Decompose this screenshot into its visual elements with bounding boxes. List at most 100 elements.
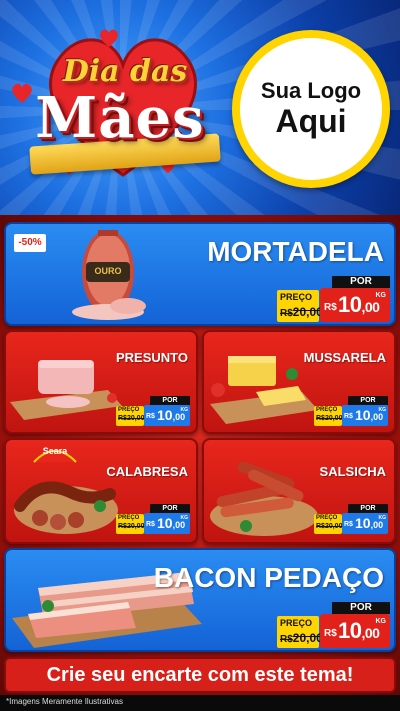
- current-price-box: R$ 10,00 KG: [320, 614, 390, 648]
- cta-text: Crie seu encarte com este tema!: [46, 663, 354, 686]
- unit-label: KG: [180, 407, 189, 413]
- por-label: POR: [348, 504, 388, 513]
- price-tag: POR PREÇO R$20,00 R$ 10,00 KG: [277, 602, 390, 648]
- old-amount: 20,00: [324, 523, 343, 530]
- product-card-salsicha: SALSICHA POR PREÇO R$20,00 R$ 10,00 KG: [202, 438, 396, 544]
- old-price-box: PREÇO R$20,00: [314, 406, 342, 426]
- price-integer: 10: [157, 515, 173, 531]
- unit-label: KG: [180, 515, 189, 521]
- price-tag: POR PREÇO R$20,00 R$ 10,00 KG: [314, 504, 388, 534]
- old-currency: R$: [118, 415, 127, 422]
- product-card-mussarela: MUSSARELA POR PREÇO R$20,00 R$ 10,00 KG: [202, 330, 396, 434]
- product-name: PRESUNTO: [116, 350, 188, 365]
- old-amount: 20,00: [324, 415, 343, 422]
- current-price-box: R$ 10,00 KG: [342, 405, 388, 426]
- preco-label: PREÇO: [118, 515, 140, 521]
- price-decimal: ,00: [172, 520, 186, 530]
- old-currency: R$: [280, 308, 293, 319]
- old-amount: 20,00: [292, 305, 323, 319]
- old-amount: 20,00: [292, 631, 323, 645]
- old-price: R$20,00: [118, 415, 144, 422]
- price-decimal: ,00: [361, 299, 380, 315]
- old-currency: R$: [280, 634, 293, 645]
- price-tag: POR PREÇO R$20,00 R$ 10,00 KG: [116, 396, 190, 426]
- title-maes: Mães: [35, 85, 205, 151]
- product-card-calabresa: Seara CALABRESA POR PREÇO R$20,00 R$ 10,…: [4, 438, 198, 544]
- title-dia-das: Dia das: [62, 54, 188, 89]
- old-price: R$20,00: [280, 631, 323, 645]
- preco-label: PREÇO: [280, 292, 313, 302]
- unit-label: KG: [375, 292, 387, 299]
- price-decimal: ,00: [172, 412, 186, 422]
- product-name: MORTADELA: [207, 236, 384, 267]
- disclaimer: *Imagens Meramente Ilustrativas: [6, 697, 123, 706]
- current-price-box: R$ 10,00 KG: [144, 513, 190, 534]
- brand-label: Seara: [42, 446, 68, 456]
- currency: R$: [344, 521, 353, 528]
- currency: R$: [324, 628, 337, 639]
- cta-banner: Crie seu encarte com este tema!: [4, 657, 396, 693]
- old-amount: 20,00: [126, 523, 145, 530]
- old-amount: 20,00: [126, 415, 145, 422]
- preco-label: PREÇO: [280, 618, 313, 628]
- current-price-box: R$ 10,00 KG: [320, 288, 390, 322]
- old-price-box: PREÇO R$20,00: [277, 290, 323, 322]
- unit-label: KG: [378, 407, 387, 413]
- current-price-box: R$ 10,00 KG: [144, 405, 190, 426]
- por-label: POR: [332, 276, 390, 288]
- old-price: R$20,00: [316, 523, 342, 530]
- old-price-box: PREÇO R$20,00: [116, 406, 144, 426]
- product-name: MUSSARELA: [303, 350, 386, 365]
- price-integer: 10: [355, 515, 371, 531]
- unit-label: KG: [378, 515, 387, 521]
- brand-label: OURO: [94, 266, 122, 276]
- por-label: POR: [150, 504, 190, 513]
- currency: R$: [324, 302, 337, 313]
- product-card-bacon: BACON PEDAÇO POR PREÇO R$20,00 R$ 10,00 …: [4, 548, 396, 652]
- product-card-mortadela: -50% OURO MORTADELA POR PREÇO R$20,00 R$…: [4, 222, 396, 326]
- old-currency: R$: [316, 415, 325, 422]
- discount-badge: -50%: [14, 234, 46, 252]
- price-integer: 10: [355, 407, 371, 423]
- old-price: R$20,00: [280, 305, 323, 319]
- por-label: POR: [348, 396, 388, 405]
- unit-label: KG: [375, 618, 387, 625]
- preco-label: PREÇO: [118, 407, 140, 413]
- product-name: BACON PEDAÇO: [153, 562, 384, 593]
- old-price: R$20,00: [118, 523, 144, 530]
- old-currency: R$: [118, 523, 127, 530]
- old-price-box: PREÇO R$20,00: [277, 616, 323, 648]
- product-card-presunto: PRESUNTO POR PREÇO R$20,00 R$ 10,00 KG: [4, 330, 198, 434]
- logo-text-line2: Aqui: [275, 102, 347, 139]
- por-label: POR: [332, 602, 390, 614]
- header-banner: Dia das Mães Sua Logo Aqui: [0, 0, 400, 215]
- logo-placeholder: Sua Logo Aqui: [232, 30, 390, 188]
- currency: R$: [146, 413, 155, 420]
- old-currency: R$: [316, 523, 325, 530]
- price-tag: POR PREÇO R$20,00 R$ 10,00 KG: [277, 276, 390, 322]
- current-price: 10,00: [338, 292, 380, 318]
- price-integer: 10: [157, 407, 173, 423]
- price-integer: 10: [338, 292, 362, 317]
- salsicha-image: [210, 461, 318, 536]
- price-decimal: ,00: [361, 625, 380, 641]
- old-price-box: PREÇO R$20,00: [314, 514, 342, 534]
- currency: R$: [344, 413, 353, 420]
- old-price: R$20,00: [316, 415, 342, 422]
- price-decimal: ,00: [370, 520, 384, 530]
- price-integer: 10: [338, 618, 362, 643]
- price-tag: POR PREÇO R$20,00 R$ 10,00 KG: [314, 396, 388, 426]
- product-name: SALSICHA: [319, 464, 386, 479]
- price-decimal: ,00: [370, 412, 384, 422]
- old-price-box: PREÇO R$20,00: [116, 514, 144, 534]
- por-label: POR: [150, 396, 190, 405]
- small-heart-icon: [100, 29, 118, 47]
- logo-text-line1: Sua Logo: [260, 78, 362, 104]
- current-price: 10,00: [338, 618, 380, 644]
- current-price-box: R$ 10,00 KG: [342, 513, 388, 534]
- product-name: CALABRESA: [106, 464, 188, 479]
- preco-label: PREÇO: [316, 515, 338, 521]
- preco-label: PREÇO: [316, 407, 338, 413]
- price-tag: POR PREÇO R$20,00 R$ 10,00 KG: [116, 504, 190, 534]
- presunto-image: [10, 360, 122, 420]
